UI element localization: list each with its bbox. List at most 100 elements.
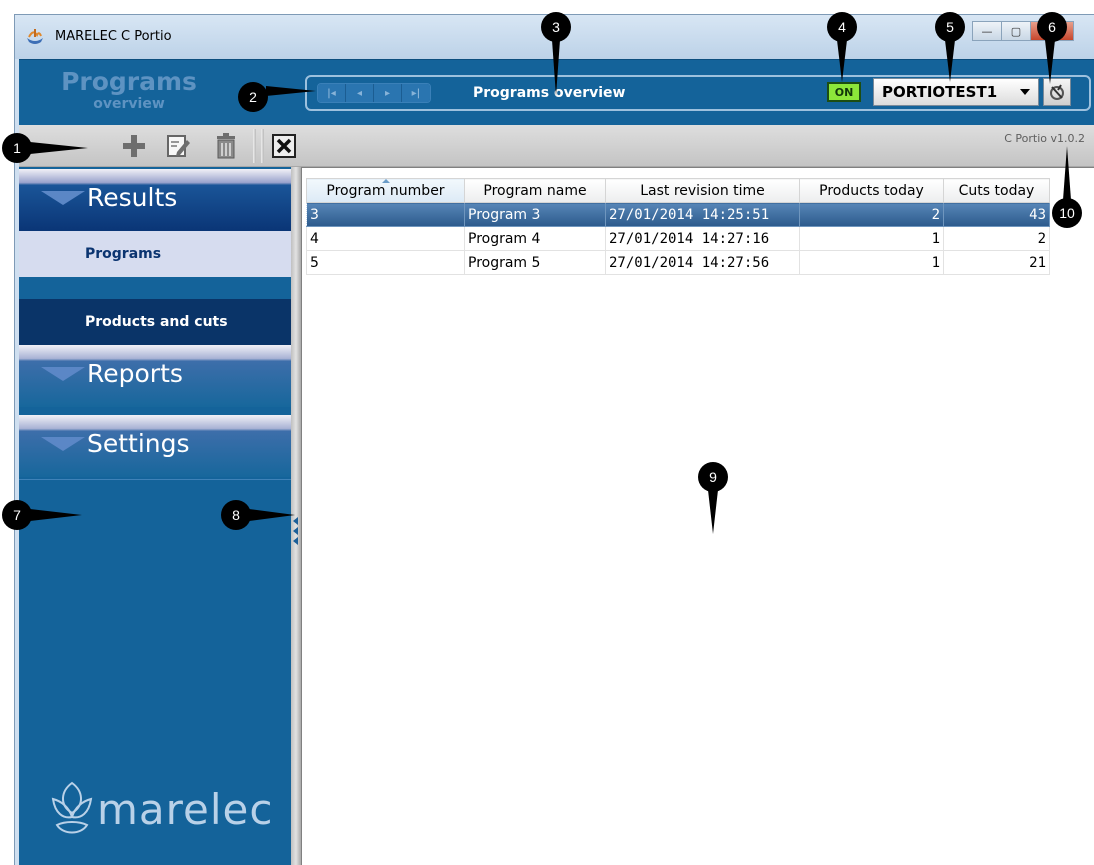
cell-last-revision-time: 27/01/2014 14:27:56 [605,250,800,275]
triangle-down-icon [41,367,85,381]
app-window: MARELEC C Portio — ▢ ✕ Programs overview… [14,14,1094,865]
callout-2: 2 [238,82,268,112]
sidebar-section-label: Settings [87,429,190,458]
sidebar-section-reports[interactable]: Reports [19,345,291,407]
callout-pointer [1045,40,1055,84]
cell-program-name: Program 3 [464,202,606,227]
cell-last-revision-time: 27/01/2014 14:25:51 [605,202,800,227]
callout-9: 9 [698,462,728,492]
callout-10: 10 [1052,198,1082,228]
callout-6: 6 [1037,12,1067,42]
prev-icon: ◂ [356,87,363,99]
callout-pointer [249,509,295,521]
machine-select-value: PORTIOTEST1 [882,83,998,101]
callout-pointer [945,40,955,82]
version-label: C Portio v1.0.2 [1004,132,1085,145]
cell-cuts-today: 43 [943,202,1050,227]
column-header-last-revision-time[interactable]: Last revision time [605,178,800,203]
logo-wordmark: marelec [97,784,274,834]
triangle-down-icon [41,191,85,205]
export-excel-button[interactable] [269,132,299,160]
chevron-down-icon [1020,89,1030,95]
marelec-logo: marelec [49,779,273,839]
callout-7: 7 [2,500,32,530]
toolbar: C Portio v1.0.2 [19,125,1094,167]
first-icon: |◂ [327,87,336,99]
machine-select[interactable]: PORTIOTEST1 [873,78,1039,106]
add-icon [123,135,145,157]
column-header-label: Products today [819,182,924,199]
first-record-button[interactable]: |◂ [318,84,346,102]
callout-8: 8 [221,500,251,530]
column-header-program-number[interactable]: Program number [306,178,465,203]
toolbar-separator [253,129,256,163]
callout-pointer [837,40,847,82]
table-row[interactable]: 4 Program 4 27/01/2014 14:27:16 1 2 [306,226,1050,251]
callout-3: 3 [541,12,571,42]
edit-button[interactable] [163,132,193,160]
callout-pointer [266,86,316,96]
sidebar-item-products-and-cuts[interactable]: Products and cuts [19,299,291,345]
page-title: Programs overview [49,67,209,113]
sidebar-divider [19,479,291,480]
marelec-leaf-icon [51,781,93,834]
export-excel-icon [272,134,296,158]
minimize-icon: — [981,24,993,38]
column-header-products-today[interactable]: Products today [799,178,944,203]
sidebar-item-programs[interactable]: Programs [19,231,291,277]
cell-last-revision-time: 27/01/2014 14:27:16 [605,226,800,251]
delete-button[interactable] [211,132,241,160]
header-label: Programs overview [473,85,626,101]
column-header-label: Program name [483,182,587,199]
cell-program-name: Program 4 [464,226,606,251]
programs-table: Program number Program name Last revisio… [306,178,1050,275]
maximize-icon: ▢ [1010,24,1022,38]
callout-4: 4 [827,12,857,42]
last-record-button[interactable]: ▸| [402,84,430,102]
column-header-program-name[interactable]: Program name [464,178,606,203]
callout-pointer [30,509,82,521]
status-badge: ON [827,82,861,102]
page-title-main: Programs [61,67,197,96]
column-header-label: Last revision time [640,182,765,199]
sidebar-section-label: Results [87,183,178,212]
delete-icon [217,133,235,159]
tools-icon [1050,84,1064,100]
sidebar-section-results[interactable]: Results [19,169,291,231]
record-navigation: |◂ ◂ ▸ ▸| [317,83,431,103]
app-icon [27,29,43,44]
collapse-arrow-icon [293,527,298,535]
table-header-row: Program number Program name Last revisio… [306,178,1050,203]
previous-record-button[interactable]: ◂ [346,84,374,102]
sidebar-section-label: Reports [87,359,183,388]
column-header-label: Cuts today [958,182,1035,199]
triangle-down-icon [41,437,85,451]
table-row[interactable]: 5 Program 5 27/01/2014 14:27:56 1 21 [306,250,1050,275]
callout-pointer [1063,146,1071,200]
add-button[interactable] [119,132,149,160]
minimize-button[interactable]: — [972,21,1002,41]
cell-products-today: 2 [799,202,944,227]
callout-pointer [708,490,718,534]
cell-program-number: 5 [306,250,465,275]
page-title-sub: overview [93,96,165,112]
maximize-button[interactable]: ▢ [1001,21,1031,41]
callout-pointer [30,142,88,154]
cell-program-number: 4 [306,226,465,251]
next-icon: ▸ [384,87,391,99]
callout-pointer [552,40,560,96]
window-title: MARELEC C Portio [55,29,172,44]
callout-1: 1 [2,133,32,163]
sidebar-section-settings[interactable]: Settings [19,415,291,477]
programs-grid-panel: Program number Program name Last revisio… [301,167,1094,865]
header-frame: |◂ ◂ ▸ ▸| Programs overview ON PORTIOTES… [305,75,1091,111]
table-row[interactable]: 3 Program 3 27/01/2014 14:25:51 2 43 [306,202,1050,227]
toolbar-separator [261,129,264,163]
next-record-button[interactable]: ▸ [374,84,402,102]
last-icon: ▸| [411,87,421,99]
column-header-cuts-today[interactable]: Cuts today [943,178,1050,203]
column-header-label: Program number [326,182,445,199]
cell-program-number: 3 [306,202,465,227]
edit-icon [167,135,190,157]
collapse-arrow-icon [293,537,298,545]
